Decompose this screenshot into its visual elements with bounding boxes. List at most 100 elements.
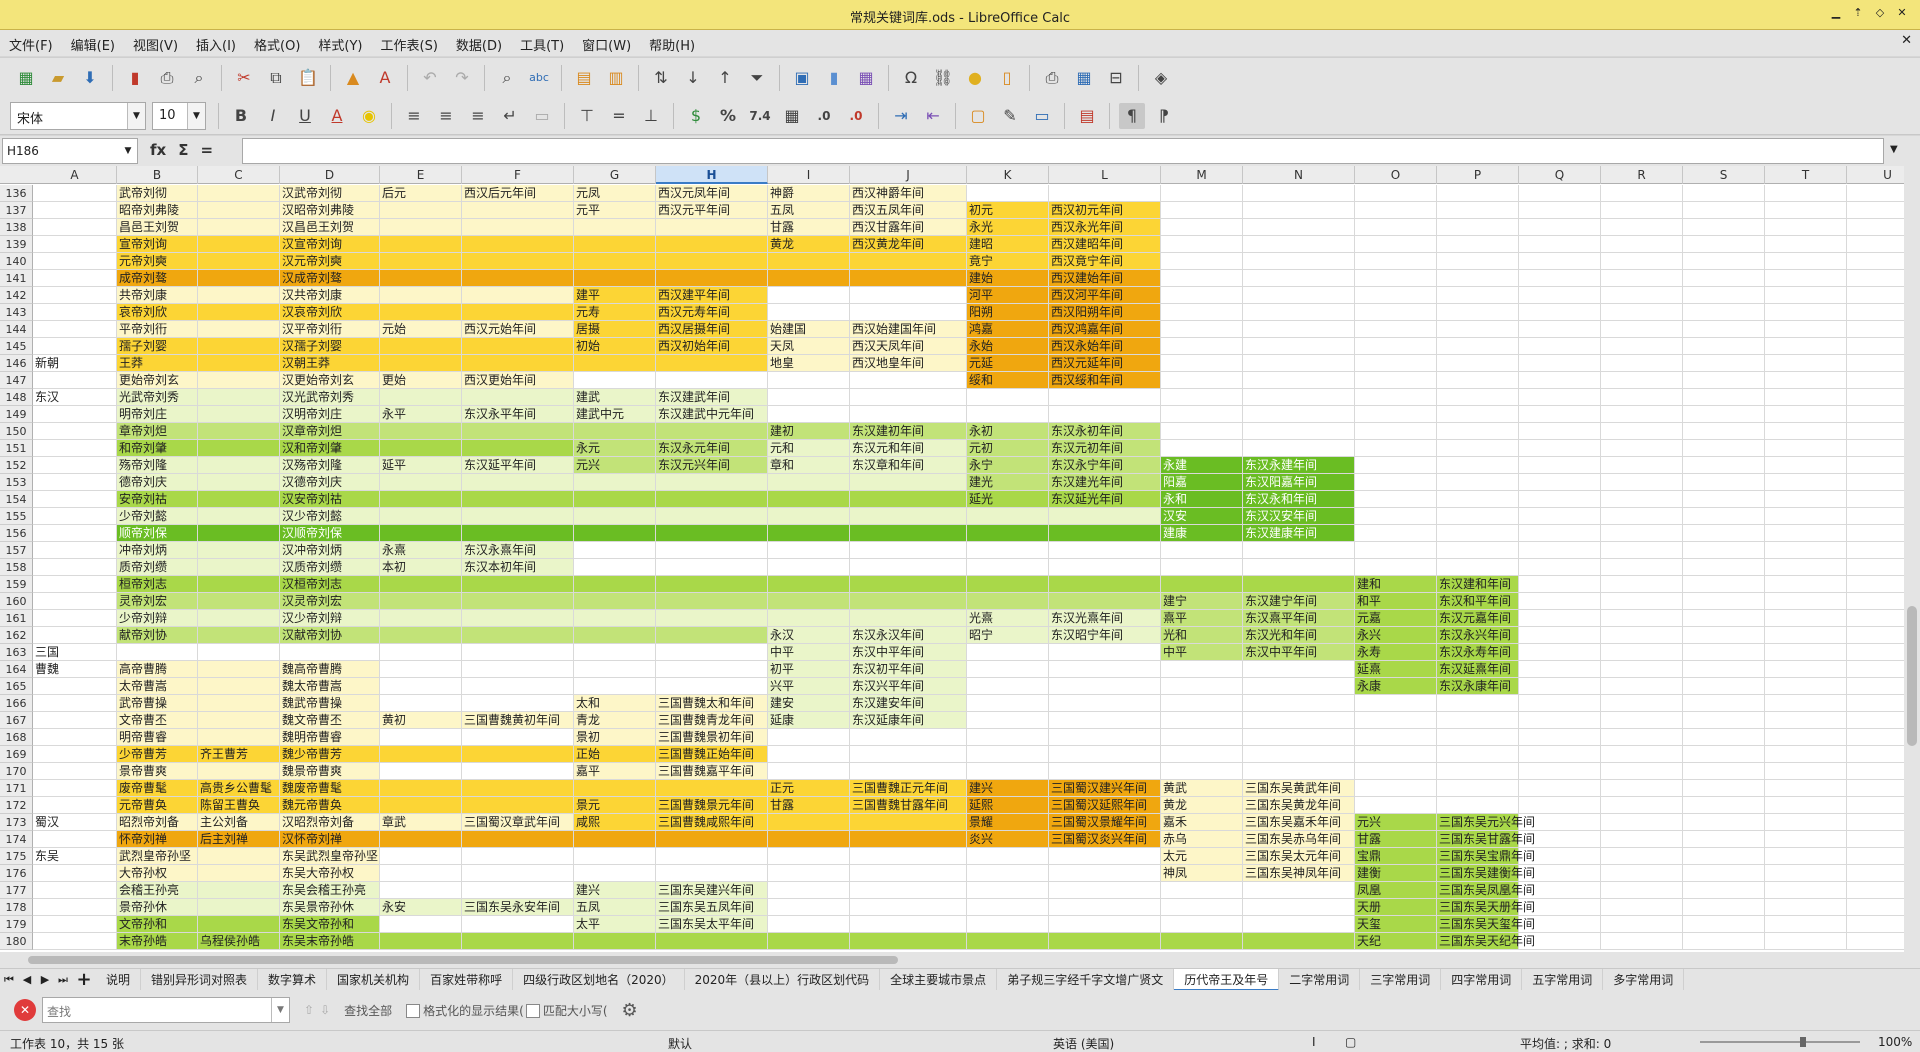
cell-G139[interactable] (574, 236, 656, 253)
cell-J154[interactable] (850, 491, 967, 508)
border-color-icon[interactable]: ▭ (1029, 103, 1055, 129)
cell-E141[interactable] (380, 270, 462, 287)
cell-H136[interactable]: 西汉元凤年间 (656, 185, 768, 202)
cell-F179[interactable] (462, 916, 574, 933)
cell-B146[interactable]: 王莽 (117, 355, 198, 372)
row-header[interactable]: 173 (0, 814, 33, 831)
cell-O170[interactable] (1355, 763, 1437, 780)
cell-E177[interactable] (380, 882, 462, 899)
cell-U156[interactable] (1847, 525, 1904, 542)
cell-T141[interactable] (1765, 270, 1847, 287)
cell-D154[interactable]: 汉安帝刘祜 (280, 491, 380, 508)
cell-Q174[interactable] (1519, 831, 1601, 848)
cell-L147[interactable]: 西汉绥和年间 (1049, 372, 1161, 389)
borders-icon[interactable]: ▢ (965, 103, 991, 129)
cell-A145[interactable] (33, 338, 117, 355)
cell-R178[interactable] (1601, 899, 1683, 916)
cell-Q173[interactable] (1519, 814, 1601, 831)
cell-A142[interactable] (33, 287, 117, 304)
cell-I144[interactable]: 始建国 (768, 321, 850, 338)
cell-M146[interactable] (1161, 355, 1243, 372)
cell-E140[interactable] (380, 253, 462, 270)
sheet-tab[interactable]: 三字常用词 (1360, 968, 1442, 991)
export-pdf-icon[interactable]: ▮ (122, 65, 148, 91)
cell-P180[interactable]: 三国东吴天纪年间 (1437, 933, 1535, 950)
cell-P165[interactable]: 东汉永康年间 (1437, 678, 1519, 695)
cell-I178[interactable] (768, 899, 850, 916)
cell-C152[interactable] (198, 457, 280, 474)
cell-N174[interactable]: 三国东吴赤乌年间 (1243, 831, 1355, 848)
cell-A170[interactable] (33, 763, 117, 780)
cell-P179[interactable]: 三国东吴天玺年间 (1437, 916, 1535, 933)
cell-J171[interactable]: 三国曹魏正元年间 (850, 780, 967, 797)
cell-E161[interactable] (380, 610, 462, 627)
match-case-checkbox[interactable]: 匹配大小写( (525, 1002, 608, 1019)
cell-C148[interactable] (198, 389, 280, 406)
cell-D145[interactable]: 汉孺子刘婴 (280, 338, 380, 355)
cell-P139[interactable] (1437, 236, 1519, 253)
cell-S163[interactable] (1683, 644, 1765, 661)
prev-sheet-icon[interactable]: ◀ (18, 973, 36, 986)
cell-A140[interactable] (33, 253, 117, 270)
cell-N146[interactable] (1243, 355, 1355, 372)
cell-N151[interactable] (1243, 440, 1355, 457)
cell-K165[interactable] (967, 678, 1049, 695)
cell-N147[interactable] (1243, 372, 1355, 389)
cell-A149[interactable] (33, 406, 117, 423)
cell-A159[interactable] (33, 576, 117, 593)
cell-L177[interactable] (1049, 882, 1161, 899)
cell-U175[interactable] (1847, 848, 1904, 865)
cell-T179[interactable] (1765, 916, 1847, 933)
cell-G137[interactable]: 元平 (574, 202, 656, 219)
cell-C172[interactable]: 陈留王曹奂 (198, 797, 280, 814)
cell-C166[interactable] (198, 695, 280, 712)
cell-H142[interactable]: 西汉建平年间 (656, 287, 768, 304)
cell-Q145[interactable] (1519, 338, 1601, 355)
cell-P176[interactable]: 三国东吴建衡年间 (1437, 865, 1535, 882)
cell-Q157[interactable] (1519, 542, 1601, 559)
cell-H149[interactable]: 东汉建武中元年间 (656, 406, 768, 423)
cell-U145[interactable] (1847, 338, 1904, 355)
cell-D144[interactable]: 汉平帝刘衎 (280, 321, 380, 338)
cell-T177[interactable] (1765, 882, 1847, 899)
cell-O174[interactable]: 甘露 (1355, 831, 1437, 848)
cell-L143[interactable]: 西汉阳朔年间 (1049, 304, 1161, 321)
cell-H169[interactable]: 三国曹魏正始年间 (656, 746, 768, 763)
row-header[interactable]: 166 (0, 695, 33, 712)
cell-G179[interactable]: 太平 (574, 916, 656, 933)
cell-Q140[interactable] (1519, 253, 1601, 270)
cell-H158[interactable] (656, 559, 768, 576)
cell-G144[interactable]: 居摄 (574, 321, 656, 338)
cell-R149[interactable] (1601, 406, 1683, 423)
cell-K175[interactable] (967, 848, 1049, 865)
cell-H167[interactable]: 三国曹魏青龙年间 (656, 712, 768, 729)
column-header-K[interactable]: K (967, 166, 1049, 184)
cell-B180[interactable]: 末帝孙皓 (117, 933, 198, 950)
cell-P159[interactable]: 东汉建和年间 (1437, 576, 1519, 593)
cell-J166[interactable]: 东汉建安年间 (850, 695, 967, 712)
cell-L140[interactable]: 西汉竟宁年间 (1049, 253, 1161, 270)
cell-L155[interactable] (1049, 508, 1161, 525)
font-size-box[interactable]: 10 ▼ (152, 101, 206, 130)
sort-icon[interactable]: ⇅ (648, 65, 674, 91)
cell-R172[interactable] (1601, 797, 1683, 814)
cell-B173[interactable]: 昭烈帝刘备 (117, 814, 198, 831)
cell-O178[interactable]: 天册 (1355, 899, 1437, 916)
cell-I141[interactable] (768, 270, 850, 287)
cell-F166[interactable] (462, 695, 574, 712)
cell-T144[interactable] (1765, 321, 1847, 338)
cell-N143[interactable] (1243, 304, 1355, 321)
cell-L163[interactable] (1049, 644, 1161, 661)
cell-H157[interactable] (656, 542, 768, 559)
cell-I156[interactable] (768, 525, 850, 542)
cell-K179[interactable] (967, 916, 1049, 933)
cell-Q139[interactable] (1519, 236, 1601, 253)
cell-N180[interactable] (1243, 933, 1355, 950)
cell-F175[interactable] (462, 848, 574, 865)
cell-R157[interactable] (1601, 542, 1683, 559)
cell-J157[interactable] (850, 542, 967, 559)
highlight-color-icon[interactable]: ◉ (356, 103, 382, 129)
cell-E179[interactable] (380, 916, 462, 933)
shade-icon[interactable]: ⇡ (1850, 5, 1866, 21)
cell-P158[interactable] (1437, 559, 1519, 576)
